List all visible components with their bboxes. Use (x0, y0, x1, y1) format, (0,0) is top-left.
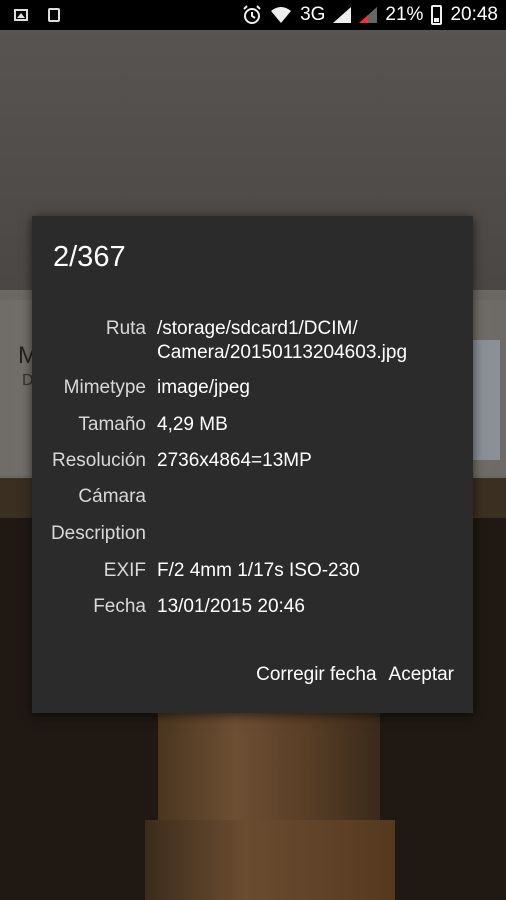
row-value: image/jpeg (157, 377, 250, 398)
row-label: Description (50, 523, 146, 544)
image-details-dialog: 2/367 Ruta /storage/sdcard1/DCIM/ Camera… (32, 216, 473, 713)
row-label: Tamaño (78, 414, 146, 435)
row-label: Mimetype (63, 377, 146, 398)
row-label: Fecha (93, 596, 146, 617)
battery-percent: 21% (385, 4, 424, 25)
row-value: 4,29 MB (157, 414, 228, 435)
fix-date-button[interactable]: Corregir fecha (256, 664, 376, 686)
wifi-icon (271, 7, 292, 23)
row-value: F/2 4mm 1/17s ISO-230 (157, 560, 360, 581)
battery-icon (431, 5, 443, 25)
row-value: 13/01/2015 20:46 (157, 596, 305, 617)
bg-card (470, 340, 500, 460)
recycle-icon (48, 8, 60, 22)
alarm-icon (243, 5, 261, 24)
row-label: Ruta (105, 318, 146, 339)
accept-button[interactable]: Aceptar (389, 664, 454, 686)
network-type: 3G (300, 4, 326, 25)
dialog-actions: Corregir fecha Aceptar (256, 664, 454, 686)
row-value: /storage/sdcard1/DCIM/ Camera/2015011320… (157, 318, 408, 363)
signal-icon (333, 7, 352, 23)
bg-wood-base (145, 820, 395, 900)
row-value: 2736x4864=13MP (157, 450, 312, 471)
row-label: Cámara (78, 486, 146, 507)
row-label: Resolución (52, 450, 146, 471)
dialog-title: 2/367 (53, 241, 126, 273)
clock: 20:48 (450, 4, 498, 25)
row-label: EXIF (103, 560, 146, 581)
status-bar: 3G 21% 20:48 (0, 0, 506, 30)
signal2-icon (359, 7, 378, 23)
picture-icon (14, 9, 28, 21)
